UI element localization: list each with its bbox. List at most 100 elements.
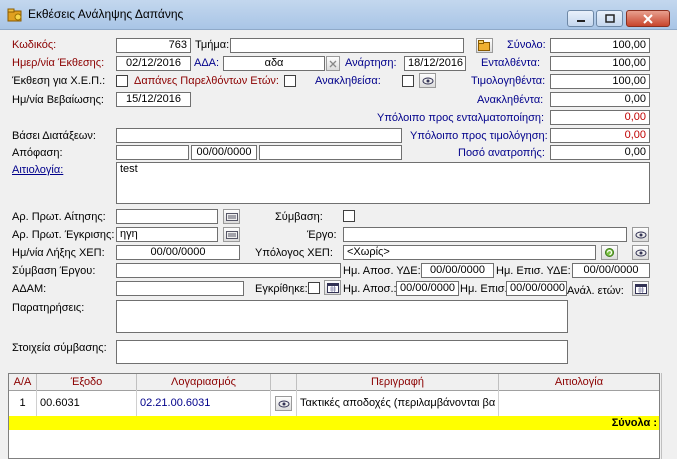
justification-textarea[interactable]: test — [116, 162, 650, 204]
calendar-icon — [634, 284, 647, 294]
past-years-checkbox[interactable] — [284, 75, 296, 87]
ada-field[interactable]: αδα — [223, 56, 325, 71]
recalled-label: Ανακληθέντα: — [477, 94, 544, 106]
justification-link[interactable]: Αιτιολογία: — [12, 164, 63, 177]
xep-expiry-label: Ημ/νία Λήξης ΧΕΠ: — [12, 247, 105, 259]
grid-totals-row: Σύνολα : — [9, 416, 659, 430]
row-aa: 1 — [9, 390, 37, 416]
decision-extra-field[interactable] — [259, 145, 402, 160]
row-button-cell — [271, 390, 297, 416]
request-protocol-field[interactable] — [116, 209, 218, 224]
ude-return-field[interactable]: 00/00/0000 — [572, 263, 650, 278]
revoked-checkbox[interactable] — [402, 75, 414, 87]
approved-calendar-button[interactable] — [324, 280, 341, 295]
past-years-label: Δαπάνες Παρελθόντων Ετών: — [134, 75, 279, 87]
eye-icon — [635, 231, 646, 238]
posting-date-field[interactable]: 18/12/2016 — [404, 56, 466, 71]
invoiced-field[interactable]: 100,00 — [550, 74, 650, 89]
notes-textarea[interactable] — [116, 300, 568, 333]
grid-header-justification[interactable]: Αιτιολογία — [499, 374, 659, 390]
decision-field[interactable] — [116, 145, 189, 160]
code-label: Κωδικός: — [12, 39, 57, 51]
department-label: Τμήμα: — [195, 39, 230, 51]
return-date-field[interactable]: 00/00/0000 — [506, 281, 567, 296]
verification-label: Ημ/νία Βεβαίωσης: — [12, 94, 104, 106]
return-label: Ημ. Επισ.: — [460, 283, 511, 295]
maximize-button[interactable] — [596, 10, 623, 27]
xep-responsible-view-button[interactable] — [632, 245, 649, 260]
minimize-button[interactable] — [567, 10, 594, 27]
request-protocol-label: Αρ. Πρωτ. Αίτησης: — [12, 211, 106, 223]
xep-label: Έκθεση για Χ.Ε.Π.: — [12, 75, 106, 87]
project-label: Έργο: — [307, 229, 337, 241]
reversal-field[interactable]: 0,00 — [550, 145, 650, 160]
recalled-field[interactable]: 0,00 — [550, 92, 650, 107]
grid-totals-label: Σύνολα : — [611, 417, 657, 429]
date-label: Ημερ/νία Έκθεσης: — [12, 57, 105, 69]
verification-date-field[interactable]: 15/12/2016 — [116, 92, 191, 107]
minimize-icon — [576, 19, 585, 22]
code-field[interactable]: 763 — [116, 38, 191, 53]
folder-coins-icon — [7, 8, 22, 22]
project-view-button[interactable] — [632, 227, 649, 242]
remaining-commit-field[interactable]: 0,00 — [550, 110, 650, 125]
approved-label: Εγκρίθηκε: — [255, 283, 308, 295]
request-protocol-button[interactable] — [223, 209, 240, 224]
title-bar[interactable]: Εκθέσεις Ανάληψης Δαπάνης — [0, 0, 677, 30]
remaining-invoice-field[interactable]: 0,00 — [550, 128, 650, 143]
xep-responsible-label: Υπόλογος ΧΕΠ: — [255, 247, 333, 259]
grid-scrollbar[interactable] — [661, 373, 677, 459]
years-analysis-label: Ανάλ. ετών: — [567, 285, 624, 297]
adam-field[interactable] — [116, 281, 244, 296]
project-field[interactable] — [343, 227, 627, 242]
ada-clear-button[interactable] — [326, 56, 340, 71]
clear-icon — [329, 60, 337, 67]
contract-checkbox[interactable] — [343, 210, 355, 222]
years-analysis-button[interactable] — [632, 281, 649, 296]
folder-lookup-button[interactable] — [476, 38, 493, 53]
department-field[interactable] — [230, 38, 464, 53]
xep-checkbox[interactable] — [116, 75, 128, 87]
total-field[interactable]: 100,00 — [550, 38, 650, 53]
date-field[interactable]: 02/12/2016 — [116, 56, 191, 71]
eye-icon — [635, 249, 646, 256]
dispatch-date-field[interactable]: 00/00/0000 — [396, 281, 459, 296]
approved-checkbox[interactable] — [308, 282, 320, 294]
approval-protocol-field[interactable]: ηγη — [116, 227, 218, 242]
contract-details-textarea[interactable] — [116, 340, 568, 364]
keyboard-icon — [225, 230, 238, 239]
grid-header-account[interactable]: Λογαριασμός — [137, 374, 271, 390]
approval-protocol-button[interactable] — [223, 227, 240, 242]
revoked-view-button[interactable] — [419, 73, 436, 88]
form-area: Κωδικός: 763 Τμήμα: Σύνολο: 100,00 Ημερ/… — [4, 31, 677, 459]
expense-grid: Α/Α Έξοδο Λογαριασμός Περιγραφή Αιτιολογ… — [8, 373, 660, 459]
invoiced-label: Τιμολογηθέντα: — [471, 75, 546, 87]
adam-label: ΑΔΑΜ: — [12, 283, 47, 295]
total-label: Σύνολο: — [507, 39, 546, 51]
xep-responsible-field[interactable]: <Χωρίς> — [343, 245, 596, 260]
table-row[interactable]: 1 00.6031 02.21.00.6031 Τακτικές αποδοχέ… — [9, 390, 659, 416]
ude-dispatch-label: Ημ. Αποσ. ΥΔΕ: — [343, 265, 421, 277]
project-contract-field[interactable] — [116, 263, 341, 278]
contract-details-label: Στοιχεία σύμβασης: — [12, 342, 107, 354]
eye-icon — [278, 400, 289, 407]
committed-label: Ενταλθέντα: — [481, 57, 541, 69]
remaining-invoice-label: Υπόλοιπο προς τιμολόγηση: — [410, 130, 548, 142]
ude-dispatch-field[interactable]: 00/00/0000 — [421, 263, 494, 278]
refresh-icon — [605, 248, 614, 257]
committed-field[interactable]: 100,00 — [550, 56, 650, 71]
row-view-button[interactable] — [275, 396, 292, 411]
decision-date-field[interactable]: 00/00/0000 — [191, 145, 257, 160]
window-title: Εκθέσεις Ανάληψης Δαπάνης — [28, 7, 184, 21]
ude-return-label: Ημ. Επισ. ΥΔΕ: — [496, 265, 571, 277]
close-button[interactable] — [626, 10, 670, 27]
grid-header-aa[interactable]: Α/Α — [9, 374, 37, 390]
refresh-button[interactable] — [601, 245, 618, 260]
keyboard-icon — [225, 212, 238, 221]
app-window: Εκθέσεις Ανάληψης Δαπάνης Κωδικός: 763 Τ… — [0, 0, 677, 459]
xep-expiry-field[interactable]: 00/00/0000 — [116, 245, 240, 260]
grid-header-expense[interactable]: Έξοδο — [37, 374, 137, 390]
folder-icon — [478, 40, 490, 51]
grid-header-description[interactable]: Περιγραφή — [297, 374, 499, 390]
legal-basis-field[interactable] — [116, 128, 402, 143]
